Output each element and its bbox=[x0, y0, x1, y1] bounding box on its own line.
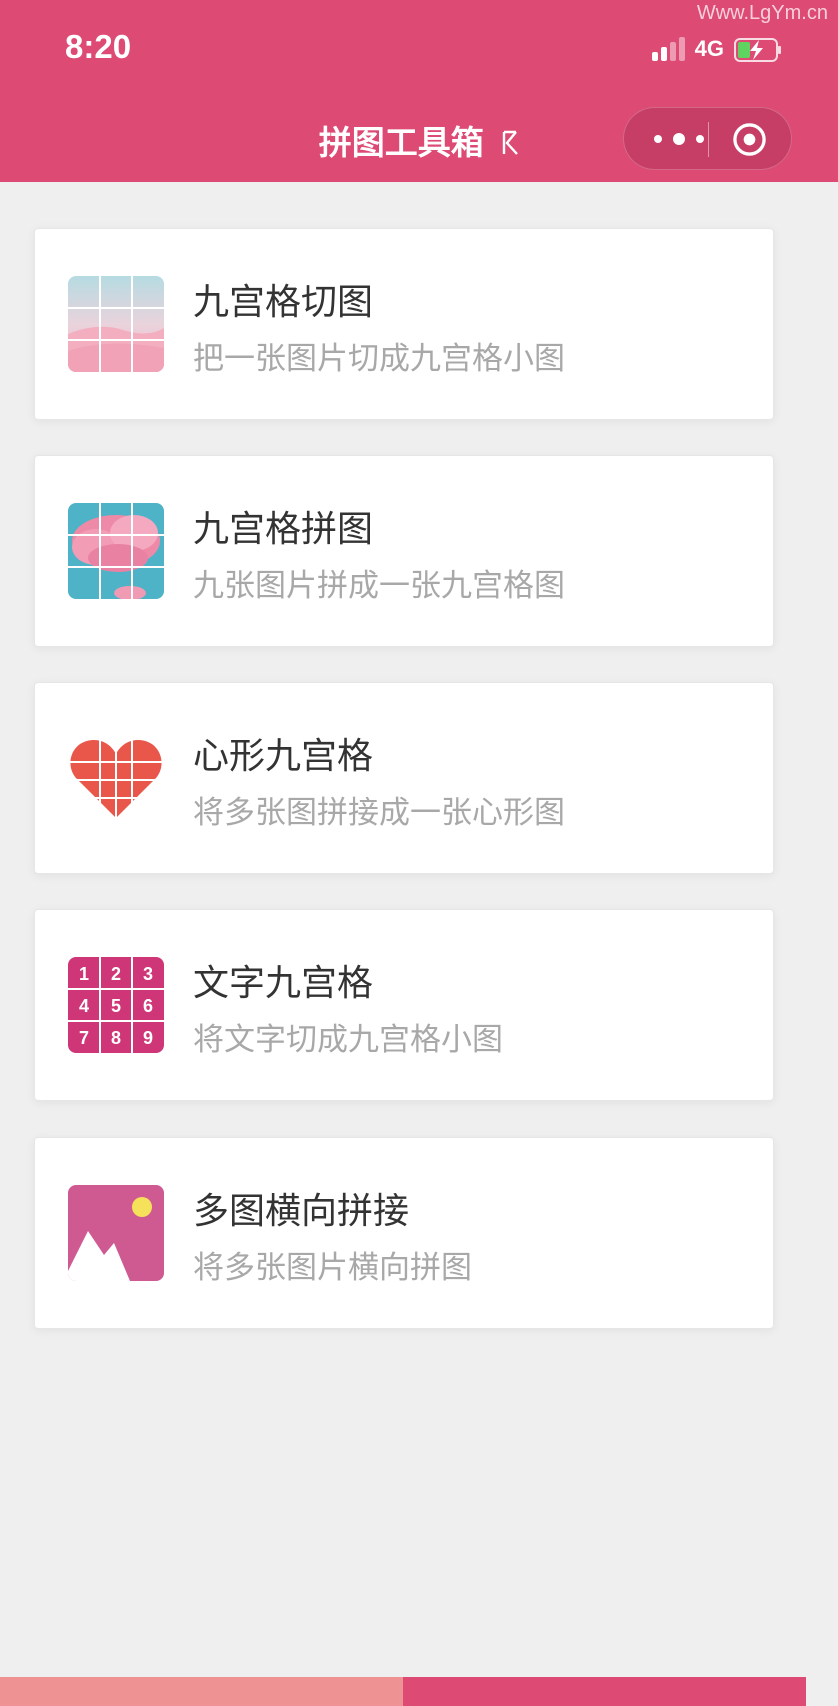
card-subtitle: 将多张图拼接成一张心形图 bbox=[193, 795, 565, 831]
card-horizontal-join[interactable]: 多图横向拼接 将多张图片横向拼图 bbox=[34, 1137, 774, 1329]
card-title: 九宫格切图 bbox=[193, 282, 374, 323]
sky-grid-icon bbox=[68, 276, 164, 372]
network-label: 4G bbox=[694, 36, 724, 61]
card-grid-merge[interactable]: 九宫格拼图 九张图片拼成一张九宫格图 bbox=[34, 455, 774, 647]
card-subtitle: 将多张图片横向拼图 bbox=[193, 1250, 472, 1286]
grid-digit: 7 bbox=[79, 1028, 89, 1048]
capsule-divider bbox=[708, 122, 709, 157]
card-title: 文字九宫格 bbox=[193, 963, 374, 1004]
heart-grid-icon bbox=[68, 730, 164, 826]
grid-digit: 1 bbox=[79, 964, 89, 984]
top-bar: Www.LgYm.cn 8:20 4G 拼图工具箱 bbox=[0, 0, 838, 182]
grid-digit: 3 bbox=[143, 964, 153, 984]
cursor-icon bbox=[503, 130, 519, 155]
battery-charging-icon bbox=[734, 38, 781, 62]
more-dots-icon[interactable] bbox=[650, 126, 708, 152]
card-title: 多图横向拼接 bbox=[193, 1191, 410, 1232]
status-time: 8:20 bbox=[65, 28, 132, 65]
watermark: Www.LgYm.cn bbox=[696, 2, 828, 24]
status-icons: 4G bbox=[651, 36, 781, 62]
card-grid-cut[interactable]: 九宫格切图 把一张图片切成九宫格小图 bbox=[34, 228, 774, 420]
target-circle-icon[interactable] bbox=[732, 122, 767, 157]
landscape-image-icon bbox=[68, 1185, 164, 1281]
bottom-bar-right bbox=[403, 1677, 806, 1706]
cloud-grid-icon bbox=[68, 503, 164, 599]
grid-digit: 5 bbox=[111, 996, 121, 1016]
bottom-bar-left bbox=[0, 1677, 403, 1706]
card-subtitle: 九张图片拼成一张九宫格图 bbox=[193, 568, 565, 604]
card-title: 心形九宫格 bbox=[193, 736, 374, 777]
card-heart-grid[interactable]: 心形九宫格 将多张图拼接成一张心形图 bbox=[34, 682, 774, 874]
grid-digit: 4 bbox=[79, 996, 89, 1016]
grid-digit: 9 bbox=[143, 1028, 153, 1048]
grid-digit: 2 bbox=[111, 964, 121, 984]
miniprogram-capsule bbox=[623, 107, 792, 170]
card-title: 九宫格拼图 bbox=[193, 509, 374, 550]
number-grid-icon: 1 2 3 4 5 6 7 8 9 bbox=[68, 957, 164, 1053]
grid-digit: 8 bbox=[111, 1028, 121, 1048]
card-subtitle: 把一张图片切成九宫格小图 bbox=[193, 341, 565, 377]
signal-icon bbox=[651, 37, 685, 61]
card-text-grid[interactable]: 1 2 3 4 5 6 7 8 9 文字九宫格 将文字切成九宫格小图 bbox=[34, 909, 774, 1101]
card-subtitle: 将文字切成九宫格小图 bbox=[193, 1022, 503, 1058]
grid-digit: 6 bbox=[143, 996, 153, 1016]
